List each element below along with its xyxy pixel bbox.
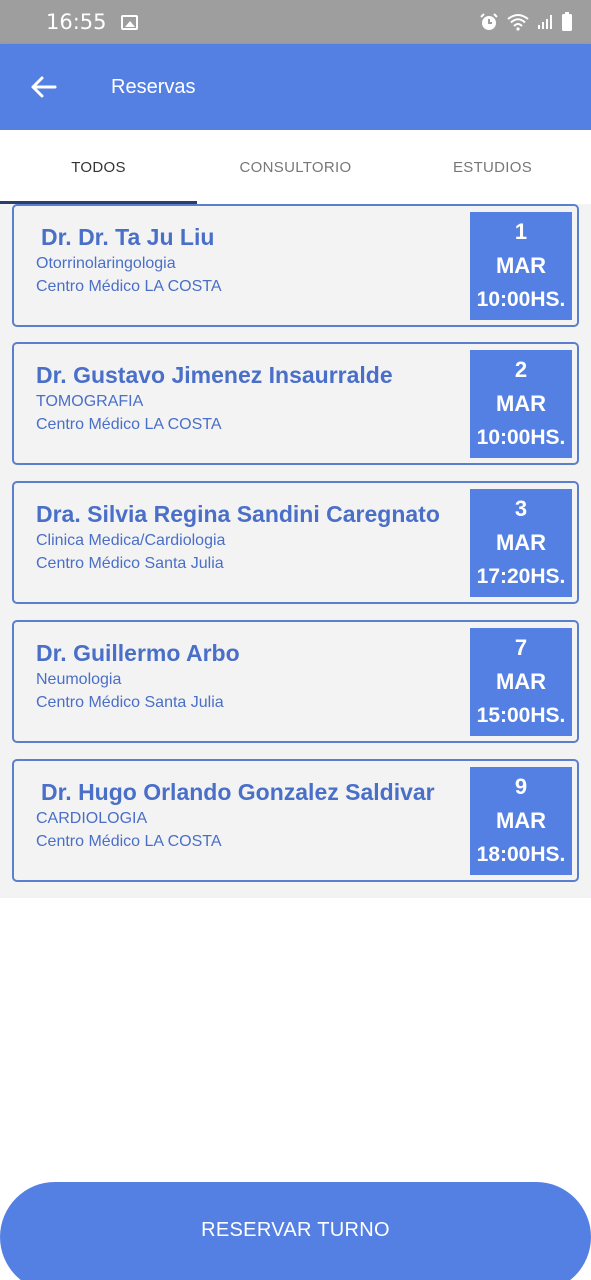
medical-center: Centro Médico Santa Julia <box>36 555 224 572</box>
appointment-time: 15:00HS. <box>476 704 566 727</box>
app-bar: Reservas <box>0 44 591 130</box>
status-time: 16:55 <box>46 10 107 34</box>
tab-todos[interactable]: TODOS <box>0 130 197 204</box>
doctor-name: Dra. Silvia Regina Sandini Caregnato <box>36 501 440 527</box>
date-badge: 7 MAR 15:00HS. <box>470 628 572 736</box>
wifi-icon <box>507 14 529 31</box>
date-month: MAR <box>495 391 547 416</box>
appointment-info: Dr. Dr. Ta Ju Liu Otorrinolaringologia C… <box>36 206 222 325</box>
appointment-card[interactable]: Dra. Silvia Regina Sandini Caregnato Cli… <box>12 481 579 604</box>
appointment-info: Dra. Silvia Regina Sandini Caregnato Cli… <box>36 483 440 602</box>
specialty: CARDIOLOGIA <box>36 810 148 827</box>
appointment-info: Dr. Gustavo Jimenez Insaurralde TOMOGRAF… <box>36 344 393 463</box>
date-month: MAR <box>495 253 547 278</box>
date-day: 2 <box>514 357 528 382</box>
specialty: Neumologia <box>36 671 122 688</box>
date-badge: 2 MAR 10:00HS. <box>470 350 572 458</box>
battery-icon <box>562 12 572 31</box>
arrow-left-icon <box>31 76 57 98</box>
date-month: MAR <box>495 669 547 694</box>
appointment-info: Dr. Hugo Orlando Gonzalez Saldivar CARDI… <box>36 761 435 880</box>
status-bar: 16:55 <box>0 0 591 44</box>
medical-center: Centro Médico LA COSTA <box>36 416 222 433</box>
appointment-time: 18:00HS. <box>476 843 566 866</box>
specialty: Otorrinolaringologia <box>36 255 176 272</box>
date-day: 7 <box>514 635 528 660</box>
page-title: Reservas <box>111 75 196 98</box>
tab-bar: TODOS CONSULTORIO ESTUDIOS <box>0 130 591 204</box>
medical-center: Centro Médico LA COSTA <box>36 833 222 850</box>
list-item: Dr. Gustavo Jimenez Insaurralde TOMOGRAF… <box>0 342 591 481</box>
appointment-card[interactable]: Dr. Gustavo Jimenez Insaurralde TOMOGRAF… <box>12 342 579 465</box>
doctor-name: Dr. Hugo Orlando Gonzalez Saldivar <box>41 779 435 805</box>
back-button[interactable] <box>13 57 73 117</box>
list-item: Dr. Dr. Ta Ju Liu Otorrinolaringologia C… <box>0 204 591 342</box>
status-icons <box>479 12 573 32</box>
date-month: MAR <box>495 530 547 555</box>
date-day: 1 <box>514 219 528 244</box>
appointment-info: Dr. Guillermo Arbo Neumologia Centro Méd… <box>36 622 240 741</box>
medical-center: Centro Médico Santa Julia <box>36 694 224 711</box>
appointment-time: 10:00HS. <box>476 288 566 311</box>
appointment-time: 10:00HS. <box>476 426 566 449</box>
appointment-list: Dr. Dr. Ta Ju Liu Otorrinolaringologia C… <box>0 204 591 898</box>
date-badge: 1 MAR 10:00HS. <box>470 212 572 320</box>
list-item: Dr. Guillermo Arbo Neumologia Centro Méd… <box>0 620 591 759</box>
appointment-card[interactable]: Dr. Dr. Ta Ju Liu Otorrinolaringologia C… <box>12 204 579 327</box>
appointment-time: 17:20HS. <box>476 565 566 588</box>
doctor-name: Dr. Guillermo Arbo <box>36 640 240 666</box>
doctor-name: Dr. Dr. Ta Ju Liu <box>41 224 215 250</box>
medical-center: Centro Médico LA COSTA <box>36 278 222 295</box>
date-day: 3 <box>514 496 528 521</box>
tab-consultorio[interactable]: CONSULTORIO <box>197 130 394 204</box>
date-badge: 9 MAR 18:00HS. <box>470 767 572 875</box>
appointment-card[interactable]: Dr. Hugo Orlando Gonzalez Saldivar CARDI… <box>12 759 579 882</box>
list-item: Dr. Hugo Orlando Gonzalez Saldivar CARDI… <box>0 759 591 898</box>
date-month: MAR <box>495 808 547 833</box>
list-item: Dra. Silvia Regina Sandini Caregnato Cli… <box>0 481 591 620</box>
appointment-card[interactable]: Dr. Guillermo Arbo Neumologia Centro Méd… <box>12 620 579 743</box>
tab-estudios[interactable]: ESTUDIOS <box>394 130 591 204</box>
date-day: 9 <box>514 774 528 799</box>
date-badge: 3 MAR 17:20HS. <box>470 489 572 597</box>
alarm-icon <box>480 13 498 30</box>
specialty: TOMOGRAFIA <box>36 393 144 410</box>
reserve-appointment-button[interactable]: RESERVAR TURNO <box>0 1182 591 1280</box>
image-icon <box>120 14 138 30</box>
doctor-name: Dr. Gustavo Jimenez Insaurralde <box>36 362 393 388</box>
signal-icon <box>538 15 552 29</box>
specialty: Clinica Medica/Cardiologia <box>36 532 226 549</box>
